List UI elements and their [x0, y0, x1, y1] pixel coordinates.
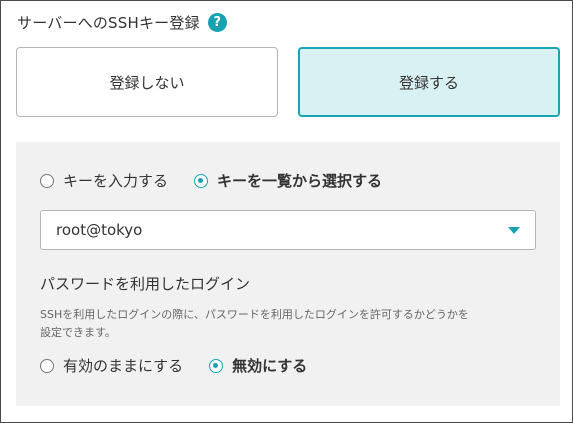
- password-login-radio-group: 有効のままにする 無効にする: [40, 355, 307, 376]
- keep-enabled-label: 有効のままにする: [63, 357, 184, 375]
- disable-label: 無効にする: [232, 357, 308, 375]
- title-row: サーバーへのSSHキー登録 ?: [17, 12, 227, 33]
- key-source-radio-group: キーを入力する キーを一覧から選択する: [40, 170, 382, 191]
- key-input-label: キーを入力する: [63, 172, 169, 190]
- do-not-register-label: 登録しない: [109, 73, 185, 92]
- disable-radio[interactable]: [209, 358, 224, 373]
- key-select-option[interactable]: キーを一覧から選択する: [194, 170, 382, 191]
- chevron-down-icon[interactable]: [508, 227, 520, 234]
- key-input-option[interactable]: キーを入力する: [40, 170, 168, 191]
- section-heading: サーバーへのSSHキー登録: [17, 14, 200, 32]
- key-input-radio[interactable]: [40, 173, 54, 188]
- ssh-key-settings-panel: キーを入力する キーを一覧から選択する root@tokyo パスワードを利用し…: [16, 142, 560, 406]
- help-icon[interactable]: ?: [207, 13, 227, 32]
- register-button[interactable]: 登録する: [298, 47, 560, 117]
- keep-enabled-radio[interactable]: [40, 358, 54, 373]
- keep-enabled-option[interactable]: 有効のままにする: [40, 355, 183, 376]
- ssh-key-dialog: サーバーへのSSHキー登録 ? 登録しない 登録する キーを入力する キーを一覧…: [0, 0, 573, 423]
- key-select-radio[interactable]: [194, 173, 209, 188]
- password-login-title: パスワードを利用したログイン: [40, 275, 251, 293]
- description-line-1: SSHを利用したログインの際に、パスワードを利用したログインを許可するかどうかを: [40, 308, 469, 321]
- key-select-label: キーを一覧から選択する: [217, 172, 383, 190]
- ssh-key-select[interactable]: root@tokyo: [40, 210, 536, 250]
- password-login-description: SSHを利用したログインの際に、パスワードを利用したログインを許可するかどうかを…: [40, 306, 540, 342]
- ssh-key-select-value: root@tokyo: [56, 221, 143, 239]
- register-label: 登録する: [398, 73, 459, 92]
- description-line-2: 設定できます。: [40, 326, 116, 339]
- disable-option[interactable]: 無効にする: [209, 355, 307, 376]
- do-not-register-button[interactable]: 登録しない: [16, 47, 278, 117]
